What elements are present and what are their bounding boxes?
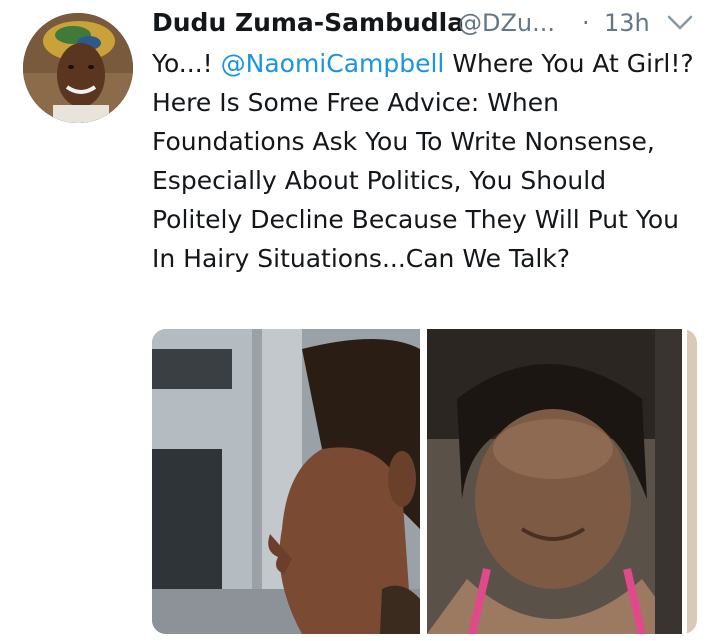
author-name[interactable]: Dudu Zuma-Sambudla	[152, 8, 464, 37]
tweet-text-intro: Yo...!	[152, 49, 221, 78]
chevron-down-icon[interactable]	[666, 14, 694, 32]
media-photo-2[interactable]	[427, 329, 682, 634]
photo-2-image	[427, 329, 682, 634]
tweet-header: Dudu Zuma-Sambudla @DZu... · 13h	[152, 6, 697, 46]
mention-link[interactable]: @NaomiCampbell	[221, 49, 445, 78]
photo-1-image	[152, 329, 420, 634]
media-photo-1[interactable]	[152, 329, 420, 634]
tweet-timestamp[interactable]: 13h	[604, 9, 650, 37]
author-avatar[interactable]	[23, 13, 133, 123]
separator-dot: ·	[582, 9, 590, 37]
avatar-image	[23, 13, 133, 123]
author-handle[interactable]: @DZu...	[458, 9, 555, 37]
media-photo-3-peek[interactable]	[687, 329, 697, 634]
tweet-media	[152, 329, 697, 634]
tweet-text-body: Where You At Girl!? Here Is Some Free Ad…	[152, 49, 694, 273]
tweet-text: Yo...! @NaomiCampbell Where You At Girl!…	[152, 44, 697, 278]
